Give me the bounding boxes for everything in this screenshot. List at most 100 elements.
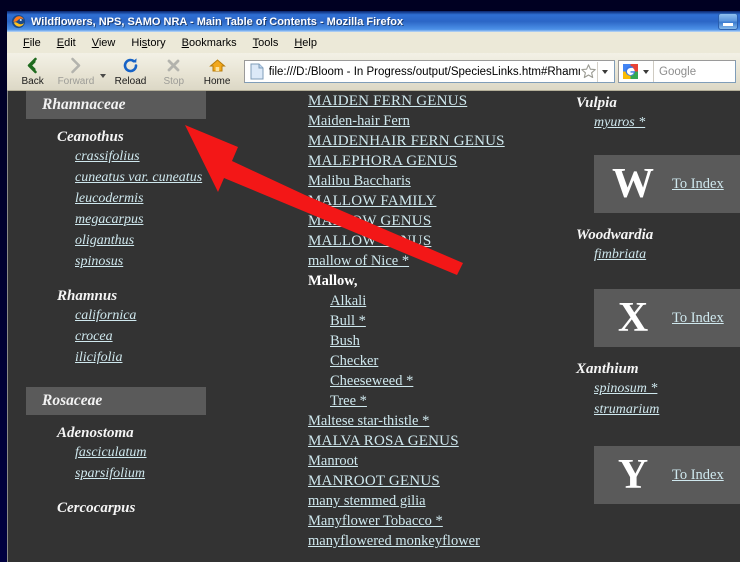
search-input[interactable]: Google	[653, 61, 735, 82]
index-link[interactable]: MALLOW FAMILY	[308, 191, 436, 211]
reload-button[interactable]: Reload	[109, 54, 152, 90]
species-link[interactable]: cuneatus var. cuneatus	[75, 168, 202, 188]
species-link[interactable]: leucodermis	[75, 189, 143, 209]
middle-column: MAIDEN FERN GENUS Maiden-hair Fern MAIDE…	[308, 91, 558, 551]
index-link[interactable]: Bush	[330, 331, 360, 351]
letter-section-x: X To Index	[594, 289, 740, 347]
family-header-rhamnaceae: Rhamnaceae	[26, 91, 206, 119]
back-arrow-icon	[25, 57, 40, 75]
menu-bookmarks[interactable]: Bookmarks	[174, 35, 245, 51]
navigation-toolbar: Back Forward Reload Stop Home file:///D:…	[7, 53, 740, 91]
letter-glyph: X	[617, 295, 649, 341]
index-link[interactable]: Tree *	[330, 391, 367, 411]
index-link[interactable]: MALEPHORA GENUS	[308, 151, 457, 171]
species-link[interactable]: strumarium	[594, 400, 659, 420]
letter-section-y: Y To Index	[594, 446, 740, 504]
bookmark-star-icon[interactable]	[580, 63, 597, 80]
menu-file[interactable]: File	[15, 35, 49, 51]
home-label: Home	[203, 75, 231, 87]
search-bar[interactable]: Google	[618, 60, 737, 83]
menu-history[interactable]: History	[123, 35, 173, 51]
index-link[interactable]: Cheeseweed *	[330, 371, 413, 391]
species-link[interactable]: ilicifolia	[75, 348, 122, 368]
window-controls	[718, 13, 738, 30]
index-link[interactable]: MALLOW GENUS	[308, 211, 431, 231]
index-link[interactable]: Alkali	[330, 291, 366, 311]
index-link[interactable]: MALVA ROSA GENUS	[308, 431, 459, 451]
stop-label: Stop	[163, 75, 185, 87]
window-title: Wildflowers, NPS, SAMO NRA - Main Table …	[31, 15, 404, 28]
firefox-window: Wildflowers, NPS, SAMO NRA - Main Table …	[7, 11, 740, 562]
index-group-label: Mallow,	[308, 273, 358, 289]
window-titlebar: Wildflowers, NPS, SAMO NRA - Main Table …	[7, 11, 740, 32]
navigation-history-dropdown[interactable]	[98, 54, 109, 90]
reload-icon	[122, 57, 139, 75]
letter-glyph: Y	[617, 452, 649, 498]
genus-rhamnus: Rhamnus	[57, 288, 118, 304]
back-button[interactable]: Back	[11, 54, 54, 90]
url-bar[interactable]: file:///D:/Bloom - In Progress/output/Sp…	[243, 60, 616, 83]
species-link[interactable]: crocea	[75, 327, 113, 347]
species-link[interactable]: spinosus	[75, 252, 123, 272]
species-link[interactable]: spinosum *	[594, 379, 657, 399]
reload-label: Reload	[114, 75, 147, 87]
forward-label: Forward	[57, 75, 95, 87]
index-link[interactable]: mallow of Nice *	[308, 251, 409, 271]
letter-glyph: W	[612, 161, 654, 207]
menu-view[interactable]: View	[84, 35, 124, 51]
genus-woodwardia: Woodwardia	[576, 227, 654, 243]
genus-adenostoma: Adenostoma	[57, 425, 134, 441]
letter-section-w: W To Index	[594, 155, 740, 213]
menu-bar: File Edit View History Bookmarks Tools H…	[7, 32, 740, 53]
index-link[interactable]: manyflowered monkeyflower	[308, 531, 480, 551]
to-index-link[interactable]: To Index	[672, 467, 724, 484]
left-column: Rhamnaceae Ceanothus crassifolius cuneat…	[26, 91, 298, 518]
index-link[interactable]: MAIDENHAIR FERN GENUS	[308, 131, 505, 151]
minimize-button[interactable]	[718, 13, 738, 30]
index-link[interactable]: Manroot	[308, 451, 358, 471]
genus-cercocarpus: Cercocarpus	[57, 500, 136, 516]
index-link[interactable]: Checker	[330, 351, 378, 371]
index-link[interactable]: many stemmed gilia	[308, 491, 426, 511]
genus-xanthium: Xanthium	[576, 361, 639, 377]
index-link[interactable]: MAIDEN FERN GENUS	[308, 91, 467, 111]
genus-vulpia: Vulpia	[576, 95, 617, 111]
index-link[interactable]: Manyflower Tobacco *	[308, 511, 443, 531]
to-index-link[interactable]: To Index	[672, 310, 724, 327]
to-index-link[interactable]: To Index	[672, 176, 724, 193]
genus-ceanothus: Ceanothus	[57, 129, 124, 145]
index-link[interactable]: MALLOW GENUS	[308, 231, 431, 251]
page-viewport: Rhamnaceae Ceanothus crassifolius cuneat…	[7, 91, 740, 562]
google-icon	[622, 63, 639, 80]
forward-arrow-icon	[68, 57, 83, 75]
stop-icon	[166, 57, 181, 75]
back-label: Back	[21, 75, 44, 87]
index-link[interactable]: Maltese star-thistle *	[308, 411, 429, 431]
index-link[interactable]: Maiden-hair Fern	[308, 111, 410, 131]
stop-button[interactable]: Stop	[152, 54, 195, 90]
page-document-icon	[249, 63, 265, 80]
family-header-rosaceae: Rosaceae	[26, 387, 206, 415]
right-column: Vulpia myuros * W To Index Woodwardia fi…	[576, 91, 740, 518]
species-link[interactable]: myuros *	[594, 113, 645, 133]
index-link[interactable]: Bull *	[330, 311, 366, 331]
home-icon	[208, 57, 226, 75]
forward-button[interactable]: Forward	[54, 54, 97, 90]
species-link[interactable]: crassifolius	[75, 147, 140, 167]
index-link[interactable]: MANROOT GENUS	[308, 471, 440, 491]
url-dropdown-button[interactable]	[597, 61, 612, 82]
search-engine-dropdown[interactable]	[640, 69, 652, 74]
url-text[interactable]: file:///D:/Bloom - In Progress/output/Sp…	[269, 66, 580, 78]
species-link[interactable]: fasciculatum	[75, 443, 147, 463]
firefox-icon	[11, 14, 26, 29]
index-link[interactable]: Malibu Baccharis	[308, 171, 411, 191]
menu-edit[interactable]: Edit	[49, 35, 84, 51]
species-link[interactable]: megacarpus	[75, 210, 143, 230]
species-link[interactable]: californica	[75, 306, 136, 326]
home-button[interactable]: Home	[195, 54, 238, 90]
species-link[interactable]: sparsifolium	[75, 464, 145, 484]
menu-help[interactable]: Help	[286, 35, 325, 51]
species-link[interactable]: oliganthus	[75, 231, 134, 251]
menu-tools[interactable]: Tools	[245, 35, 287, 51]
species-link[interactable]: fimbriata	[594, 245, 646, 265]
